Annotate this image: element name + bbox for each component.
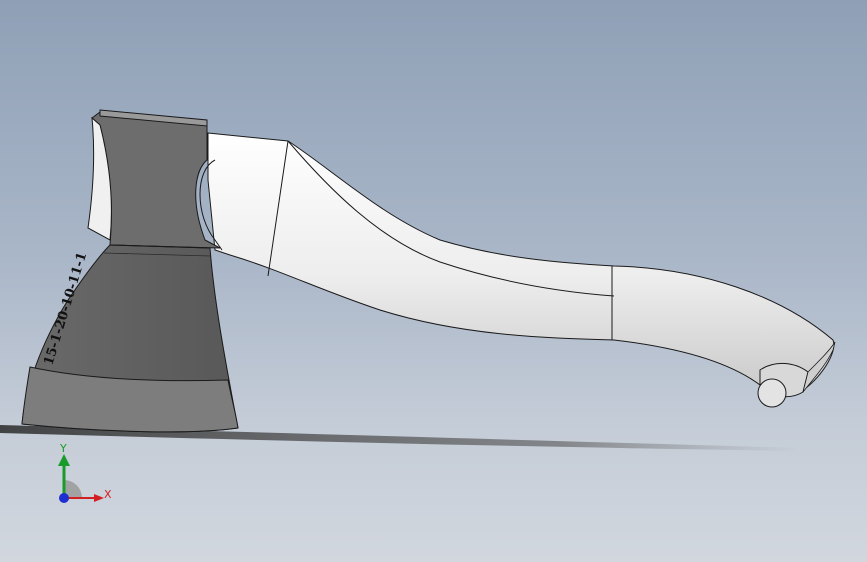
axe-model[interactable]: 15-1-20-10-11-1 xyxy=(0,0,867,562)
handle-knob xyxy=(757,378,787,408)
z-axis-dot xyxy=(59,493,69,503)
axe-handle xyxy=(207,132,835,396)
x-arrow xyxy=(94,494,104,502)
y-arrow xyxy=(58,454,70,466)
y-axis-label: Y xyxy=(60,442,67,455)
graphics-viewport[interactable]: 15-1-20-10-11-1 Y X xyxy=(0,0,867,562)
coordinate-triad: Y X xyxy=(48,440,118,510)
x-axis-label: X xyxy=(104,488,112,501)
